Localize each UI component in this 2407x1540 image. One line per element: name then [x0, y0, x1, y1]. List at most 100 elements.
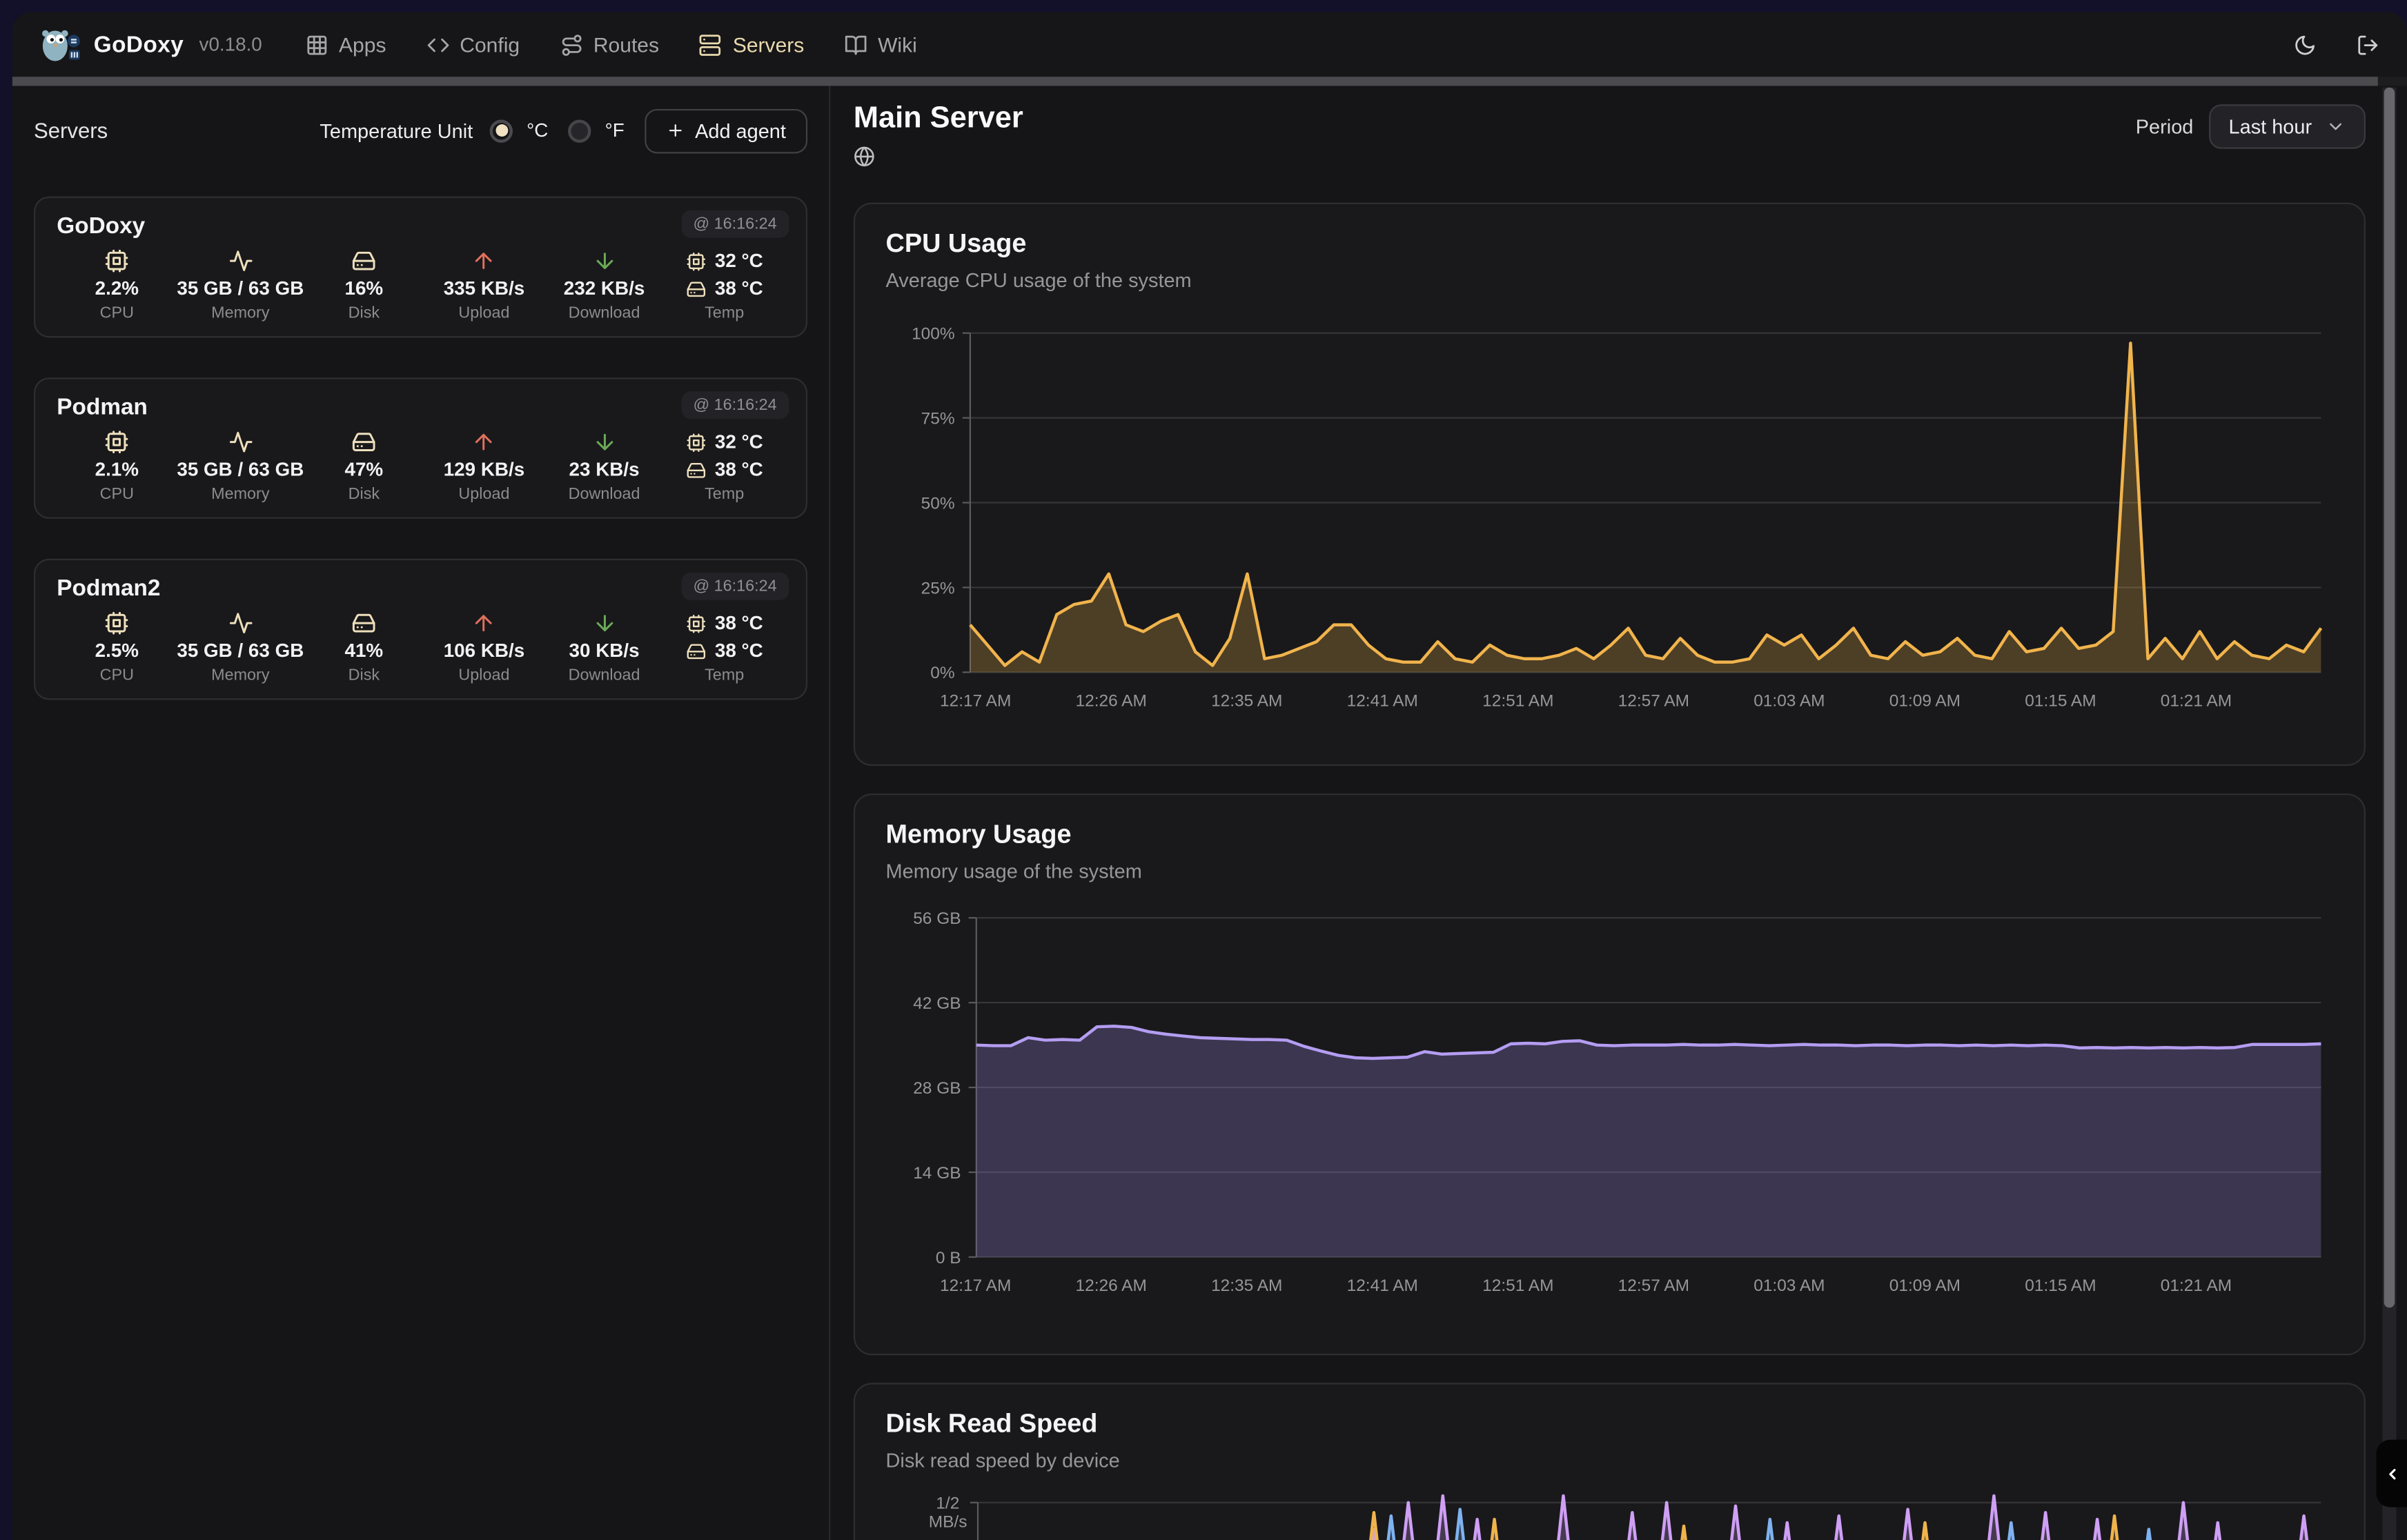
stat-memory: 35 GB / 63 GB Memory	[177, 247, 304, 324]
stat-disk: 16% Disk	[304, 247, 424, 324]
disk-value: 47%	[345, 459, 384, 480]
hard-drive-icon	[686, 460, 706, 480]
period-value: Last hour	[2229, 115, 2312, 138]
arrow-down-icon	[592, 430, 617, 455]
page-title: Main Server	[854, 101, 1023, 137]
svg-text:12:51 AM: 12:51 AM	[1482, 1276, 1553, 1295]
fahrenheit-label: °F	[605, 120, 625, 141]
svg-text:56 GB: 56 GB	[913, 909, 961, 928]
radio-dot	[495, 124, 508, 137]
download-value: 30 KB/s	[569, 640, 640, 662]
plus-icon	[666, 121, 685, 140]
nav-item-wiki[interactable]: Wiki	[844, 33, 917, 56]
server-stats: 2.1% CPU 35 GB / 63 GB Memory 47% Disk	[57, 428, 784, 505]
svg-text:01:09 AM: 01:09 AM	[1889, 1276, 1961, 1295]
memory-label: Memory	[211, 666, 269, 684]
nav-item-label: Apps	[339, 33, 386, 56]
hard-drive-icon	[352, 248, 377, 273]
stat-disk: 41% Disk	[304, 609, 424, 686]
svg-text:12:41 AM: 12:41 AM	[1347, 691, 1418, 710]
stat-temp: 32 °C 38 °C Temp	[665, 428, 785, 505]
cpu-icon	[105, 248, 130, 273]
cpu-icon	[686, 251, 706, 271]
temp-cpu-value: 32 °C	[715, 250, 763, 272]
chart-subtitle: Average CPU usage of the system	[886, 268, 2334, 291]
theme-toggle-moon-icon[interactable]	[2293, 33, 2316, 56]
globe-icon[interactable]	[854, 146, 1023, 175]
svg-text:12:17 AM: 12:17 AM	[940, 1276, 1011, 1295]
hard-drive-icon	[352, 430, 377, 455]
chart-title: Disk Read Speed	[886, 1409, 2334, 1439]
svg-text:12:17 AM: 12:17 AM	[940, 691, 1011, 710]
fahrenheit-radio[interactable]	[568, 119, 591, 141]
svg-text:01:09 AM: 01:09 AM	[1889, 691, 1961, 710]
horizontal-scrollbar-thumb[interactable]	[12, 77, 2379, 86]
svg-text:01:21 AM: 01:21 AM	[2161, 691, 2232, 710]
svg-text:0 B: 0 B	[936, 1249, 961, 1267]
arrow-up-icon	[472, 611, 497, 635]
celsius-radio[interactable]	[490, 119, 513, 141]
logout-icon[interactable]	[2357, 33, 2379, 56]
stat-temp: 32 °C 38 °C Temp	[665, 247, 785, 324]
memory-value: 35 GB / 63 GB	[177, 278, 304, 299]
navbar-actions	[2293, 33, 2379, 56]
vertical-scrollbar-thumb[interactable]	[2384, 88, 2395, 1307]
app-window: GoDoxy v0.18.0 Apps Config Routes	[12, 12, 2407, 1540]
app-root: GoDoxy v0.18.0 Apps Config Routes	[0, 0, 2407, 1540]
collapse-panel-button[interactable]	[2377, 1440, 2407, 1508]
svg-text:12:51 AM: 12:51 AM	[1482, 691, 1553, 710]
svg-text:42 GB: 42 GB	[913, 994, 961, 1013]
arrow-down-icon	[592, 248, 617, 273]
nav-item-servers[interactable]: Servers	[699, 33, 804, 56]
cpu-icon	[686, 432, 706, 452]
memory-label: Memory	[211, 304, 269, 322]
sidebar-controls: Temperature Unit °C °F Add agent	[320, 108, 807, 153]
svg-text:100%: 100%	[912, 325, 955, 344]
stat-cpu: 2.2% CPU	[57, 247, 177, 324]
content: Servers Temperature Unit °C °F Add agent	[12, 86, 2407, 1540]
period-label: Period	[2136, 115, 2194, 138]
memory-usage-chart[interactable]: 56 GB42 GB28 GB14 GB0 B12:17 AM12:26 AM1…	[886, 895, 2334, 1303]
book-icon	[844, 33, 867, 56]
upload-label: Upload	[458, 304, 509, 322]
svg-text:75%: 75%	[921, 410, 955, 428]
upload-value: 129 KB/s	[444, 459, 524, 480]
svg-text:12:35 AM: 12:35 AM	[1211, 1276, 1282, 1295]
main-header: Main Server Period Last hour	[854, 101, 2366, 175]
svg-text:01:15 AM: 01:15 AM	[2025, 691, 2096, 710]
server-timestamp: @ 16:16:24	[681, 391, 789, 419]
vertical-scrollbar[interactable]	[2382, 88, 2396, 1540]
stat-upload: 335 KB/s Upload	[424, 247, 544, 324]
stat-download: 30 KB/s Download	[544, 609, 665, 686]
nav-item-label: Wiki	[878, 33, 917, 56]
server-card-godoxy[interactable]: GoDoxy @ 16:16:24 2.2% CPU 35 GB / 63 GB…	[34, 197, 807, 338]
stat-disk: 47% Disk	[304, 428, 424, 505]
stat-cpu: 2.5% CPU	[57, 609, 177, 686]
chevron-down-icon	[2326, 117, 2346, 137]
temp-cpu-value: 32 °C	[715, 431, 763, 453]
add-agent-button[interactable]: Add agent	[645, 108, 807, 153]
cpu-usage-chart[interactable]: 100%75%50%25%0%12:17 AM12:26 AM12:35 AM1…	[886, 304, 2334, 715]
server-name: Podman2	[57, 575, 160, 602]
brand[interactable]: GoDoxy v0.18.0	[40, 26, 262, 63]
cpu-usage-card: CPU Usage Average CPU usage of the syste…	[854, 203, 2366, 766]
arrow-up-icon	[472, 430, 497, 455]
svg-text:25%: 25%	[921, 579, 955, 598]
nav-item-label: Routes	[593, 33, 659, 56]
hard-drive-icon	[352, 611, 377, 635]
nav-item-config[interactable]: Config	[426, 33, 520, 56]
stat-cpu: 2.1% CPU	[57, 428, 177, 505]
server-card-podman[interactable]: Podman @ 16:16:24 2.1% CPU 35 GB / 63 GB…	[34, 377, 807, 519]
disk-read-speed-chart[interactable]: 1/2MB/s	[886, 1484, 2334, 1540]
nav-item-apps[interactable]: Apps	[305, 33, 386, 56]
nav-item-routes[interactable]: Routes	[560, 33, 659, 56]
period-select[interactable]: Last hour	[2209, 104, 2366, 149]
sidebar-title: Servers	[34, 118, 108, 143]
horizontal-scrollbar[interactable]	[12, 77, 2407, 86]
server-card-podman2[interactable]: Podman2 @ 16:16:24 2.5% CPU 35 GB / 63 G…	[34, 559, 807, 700]
temp-label: Temp	[705, 666, 744, 684]
download-value: 232 KB/s	[564, 278, 645, 299]
activity-icon	[228, 248, 253, 273]
server-stats: 2.5% CPU 35 GB / 63 GB Memory 41% Disk	[57, 609, 784, 686]
stat-download: 23 KB/s Download	[544, 428, 665, 505]
